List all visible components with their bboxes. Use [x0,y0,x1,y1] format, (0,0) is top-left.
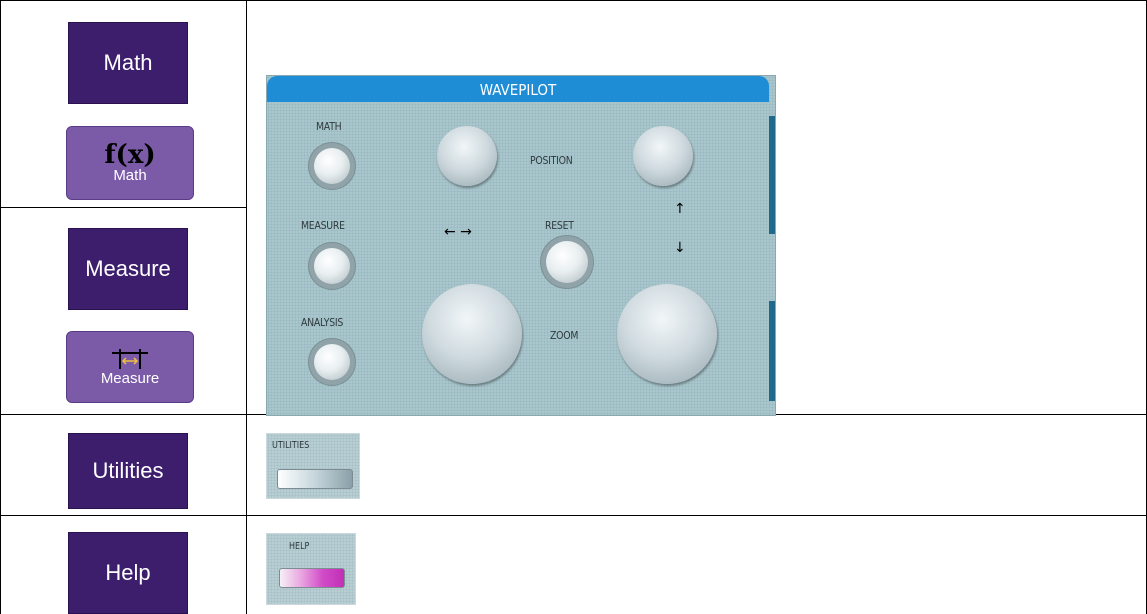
math-icon-label: Math [113,167,147,184]
help-key[interactable] [279,568,345,588]
utilities-key[interactable] [277,469,353,489]
utilities-menu-button[interactable]: Utilities [68,433,188,509]
math-icon-button[interactable]: f(x) Math [66,126,194,200]
vertical-position-knob[interactable] [633,126,693,186]
measure-menu-button[interactable]: Measure [68,228,188,310]
analysis-button[interactable] [314,344,350,380]
vertical-zoom-knob[interactable] [617,284,717,384]
position-label: POSITION [530,154,573,167]
arrow-down-icon: ↓ [674,240,686,256]
horizontal-arrows-icon: ← → [444,224,472,240]
table-border-left [0,0,1,614]
reset-label: RESET [545,219,574,232]
table-column-divider [246,0,247,614]
panel-edge-bar-bottom [769,301,775,401]
arrow-up-icon: ↑ [674,201,686,217]
function-icon: f(x) [104,140,156,170]
math-button[interactable] [314,148,350,184]
table-border-top [0,0,1147,1]
zoom-label: ZOOM [550,329,579,342]
math-knob[interactable] [437,126,497,186]
measure-icon-button[interactable]: Measure [66,331,194,403]
horizontal-zoom-knob[interactable] [422,284,522,384]
measure-label: MEASURE [301,219,345,232]
help-menu-button[interactable]: Help [68,532,188,614]
math-label: MATH [316,120,342,133]
help-mini-panel: HELP [266,533,356,605]
measure-button[interactable] [314,248,350,284]
table-row-divider-1 [0,207,247,208]
wavepilot-title: WAVEPILOT [267,76,769,102]
analysis-label: ANALYSIS [301,316,344,329]
wavepilot-panel: WAVEPILOT MATH MEASURE ANALYSIS POSITION… [266,75,776,416]
table-row-divider-3 [0,515,1147,516]
help-panel-label: HELP [289,541,310,552]
utilities-mini-panel: UTILITIES [266,433,360,499]
utilities-panel-label: UTILITIES [272,440,310,451]
reset-button[interactable] [546,241,588,283]
measure-icon-label: Measure [100,370,160,387]
math-menu-button[interactable]: Math [68,22,188,104]
panel-edge-bar-top [769,116,775,234]
caliper-icon [110,347,150,371]
